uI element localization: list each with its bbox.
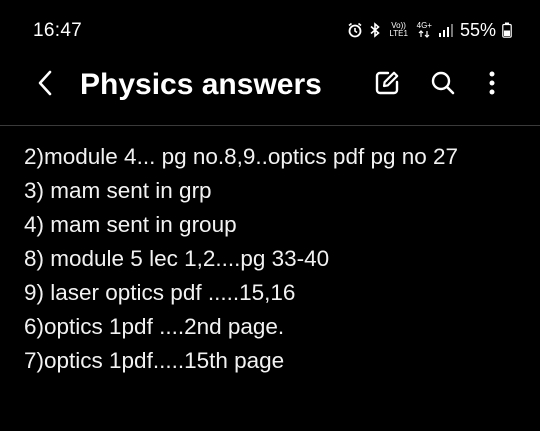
network-type-label: 4G+ bbox=[416, 21, 432, 30]
note-content[interactable]: 2)module 4... pg no.8,9..optics pdf pg n… bbox=[24, 140, 530, 378]
app-bar: Physics answers bbox=[0, 58, 540, 114]
edit-button[interactable] bbox=[368, 66, 406, 104]
search-icon bbox=[429, 69, 457, 102]
edit-icon bbox=[373, 69, 401, 102]
note-line: 4) mam sent in group bbox=[24, 212, 237, 237]
search-button[interactable] bbox=[424, 66, 462, 104]
note-line: 8) module 5 lec 1,2....pg 33-40 bbox=[24, 246, 330, 271]
more-options-button[interactable] bbox=[473, 66, 511, 104]
note-line: 9) laser optics pdf .....15,16 bbox=[24, 280, 296, 305]
battery-percent: 55% bbox=[459, 19, 496, 40]
network-activity-icon: 4G+ bbox=[417, 22, 432, 38]
back-button[interactable] bbox=[28, 68, 62, 102]
status-time: 16:47 bbox=[33, 20, 83, 41]
page-title: Physics answers bbox=[80, 68, 322, 101]
volte-icon: Vo)) LTE1 bbox=[389, 21, 408, 38]
alarm-icon bbox=[347, 22, 363, 38]
header-divider bbox=[0, 125, 540, 126]
status-bar: 16:47 Vo)) LTE1 4G+ 55% bbox=[0, 0, 540, 58]
note-line: 7)optics 1pdf.....15th page bbox=[24, 348, 285, 373]
battery-icon bbox=[502, 22, 512, 38]
chevron-left-icon bbox=[36, 69, 54, 102]
signal-icon bbox=[438, 22, 454, 38]
note-line: 2)module 4... pg no.8,9..optics pdf pg n… bbox=[24, 144, 459, 169]
note-line: 3) mam sent in grp bbox=[24, 178, 212, 203]
more-vert-icon bbox=[487, 69, 497, 102]
bluetooth-icon bbox=[369, 22, 381, 38]
status-icons: Vo)) LTE1 4G+ 55% bbox=[347, 18, 512, 42]
note-line: 6)optics 1pdf ....2nd page. bbox=[24, 314, 285, 339]
